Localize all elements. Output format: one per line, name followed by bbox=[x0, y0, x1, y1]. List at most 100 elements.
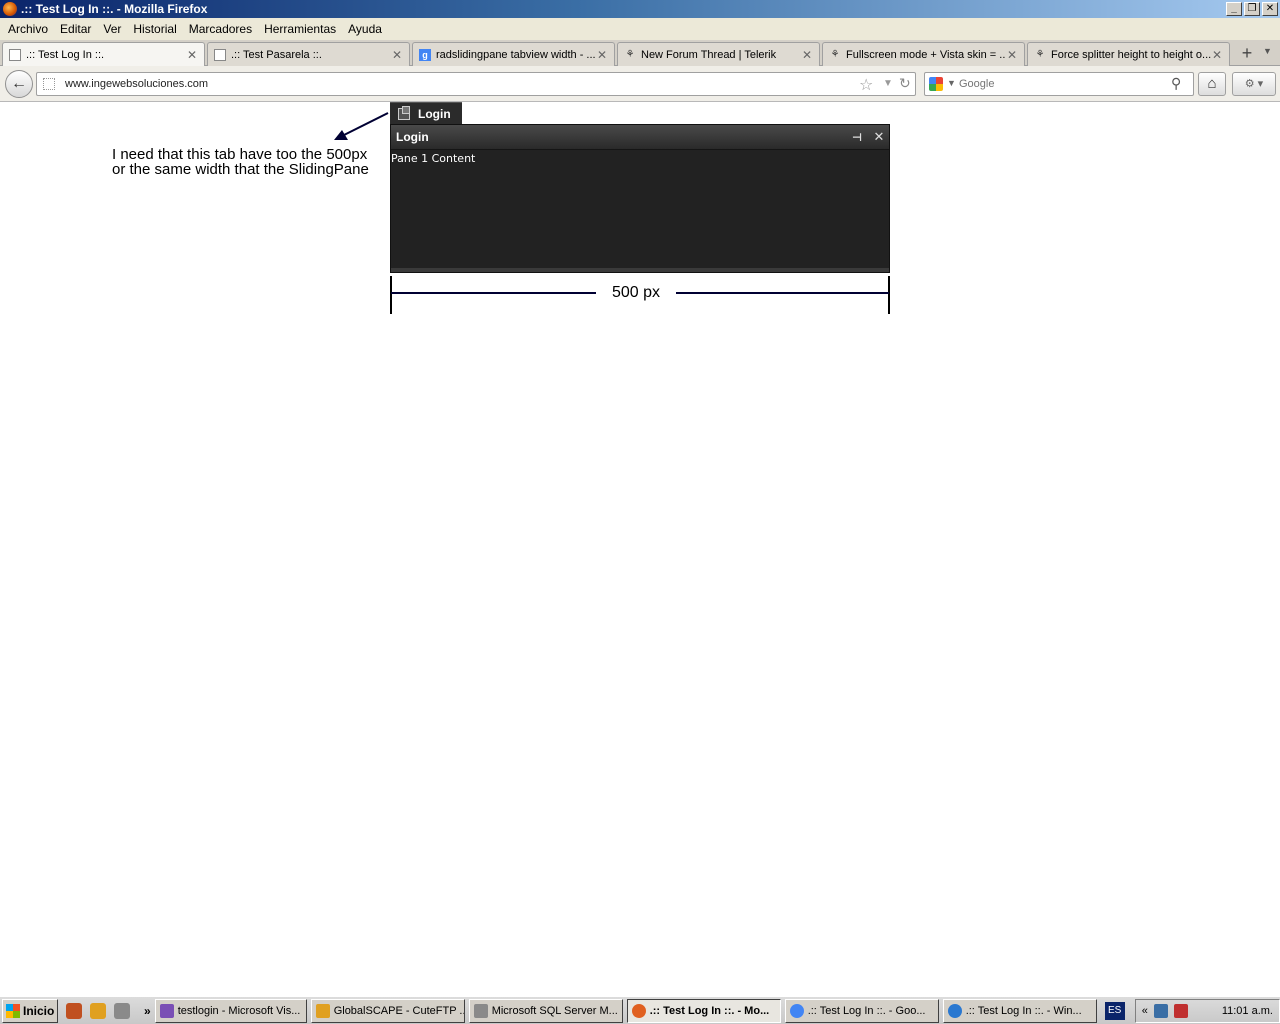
start-button[interactable]: Inicio bbox=[2, 998, 58, 1023]
security-icon[interactable] bbox=[1173, 1003, 1188, 1018]
tab-strip: .:: Test Log In ::. ✕ .:: Test Pasarela … bbox=[0, 40, 1280, 67]
tab-force-splitter[interactable]: ⚘ Force splitter height to height o... ✕ bbox=[1027, 42, 1230, 66]
firefox-icon bbox=[631, 1003, 646, 1018]
task-cuteftp[interactable]: GlobalSCAPE - CuteFTP ... bbox=[310, 998, 465, 1023]
tab-label: .:: Test Pasarela ::. bbox=[231, 48, 322, 61]
reload-icon[interactable]: ↻ bbox=[899, 75, 911, 92]
close-icon[interactable]: ✕ bbox=[1006, 48, 1018, 62]
google-icon[interactable] bbox=[929, 77, 943, 91]
close-icon[interactable]: ✕ bbox=[186, 48, 198, 62]
tab-label: .:: Test Log In ::. bbox=[26, 49, 105, 61]
task-label: Microsoft SQL Server M... bbox=[491, 1004, 618, 1017]
menu-bar: Archivo Editar Ver Historial Marcadores … bbox=[0, 18, 1280, 40]
page-content: I need that this tab have too the 500px … bbox=[0, 102, 1280, 996]
sliding-pane-footer bbox=[391, 268, 889, 272]
task-label: GlobalSCAPE - CuteFTP ... bbox=[333, 1004, 465, 1017]
close-icon[interactable]: ✕ bbox=[801, 48, 813, 62]
navigation-bar: ← ☆ ▼ ↻ ▼ ⚲ ⌂ ⚙ ▾ bbox=[0, 66, 1280, 102]
window-controls: _ ❐ ✕ bbox=[1226, 2, 1278, 16]
bookmark-star-icon[interactable]: ☆ bbox=[859, 75, 873, 95]
task-visual-studio[interactable]: testlogin - Microsoft Vis... bbox=[154, 998, 307, 1023]
sliding-pane-header: Login ⊣ ✕ bbox=[391, 125, 889, 150]
task-firefox[interactable]: .:: Test Log In ::. - Mo... bbox=[626, 998, 781, 1023]
menu-ayuda[interactable]: Ayuda bbox=[342, 22, 388, 36]
new-tab-button[interactable]: + bbox=[1236, 44, 1258, 64]
page-icon bbox=[9, 49, 21, 61]
firefox-icon bbox=[3, 2, 17, 16]
tab-label: Force splitter height to height o... bbox=[1051, 48, 1211, 61]
internet-explorer-icon bbox=[947, 1003, 962, 1018]
quick-launch-icon[interactable] bbox=[66, 1002, 82, 1019]
windows-logo-icon bbox=[6, 1003, 20, 1018]
tab-label: Fullscreen mode + Vista skin = ... bbox=[846, 48, 1006, 61]
start-label: Inicio bbox=[23, 1003, 55, 1018]
menu-marcadores[interactable]: Marcadores bbox=[183, 22, 258, 36]
tab-label: radslidingpane tabview width - ... bbox=[436, 48, 596, 61]
menu-ver[interactable]: Ver bbox=[97, 22, 127, 36]
minimize-button[interactable]: _ bbox=[1226, 2, 1242, 16]
taskbar: Inicio » testlogin - Microsoft Vis... Gl… bbox=[0, 996, 1280, 1024]
task-internet-explorer[interactable]: .:: Test Log In ::. - Win... bbox=[942, 998, 1097, 1023]
task-label: testlogin - Microsoft Vis... bbox=[177, 1004, 301, 1017]
sql-server-icon bbox=[473, 1003, 488, 1018]
search-input[interactable] bbox=[959, 76, 1159, 92]
dimension-label: 500 px bbox=[596, 284, 676, 302]
pin-icon[interactable]: ⊣ bbox=[849, 131, 865, 144]
close-icon[interactable]: ✕ bbox=[871, 129, 887, 145]
telerik-icon: ⚘ bbox=[830, 48, 840, 60]
tab-test-login[interactable]: .:: Test Log In ::. ✕ bbox=[2, 42, 205, 67]
system-tray: « 11:01 a.m. bbox=[1134, 998, 1280, 1023]
task-sql-server[interactable]: Microsoft SQL Server M... bbox=[468, 998, 623, 1023]
url-bar[interactable]: ☆ ▼ ↻ bbox=[36, 72, 916, 96]
sliding-pane-content: Pane 1 Content bbox=[391, 152, 476, 165]
login-tab-icon bbox=[398, 105, 410, 120]
search-icon[interactable]: ⚲ bbox=[1171, 75, 1181, 92]
url-input[interactable] bbox=[65, 76, 845, 92]
sliding-pane-tab[interactable]: Login bbox=[390, 102, 462, 124]
task-label: .:: Test Log In ::. - Goo... bbox=[807, 1004, 926, 1017]
language-indicator[interactable]: ES bbox=[1104, 1001, 1125, 1020]
task-label: .:: Test Log In ::. - Win... bbox=[965, 1004, 1082, 1017]
site-identity-icon[interactable] bbox=[43, 78, 55, 90]
tab-radslidingpane[interactable]: g radslidingpane tabview width - ... ✕ bbox=[412, 42, 615, 66]
tab-test-pasarela[interactable]: .:: Test Pasarela ::. ✕ bbox=[207, 42, 410, 66]
clock: 11:01 a.m. bbox=[1221, 1004, 1273, 1017]
close-icon[interactable]: ✕ bbox=[391, 48, 403, 62]
network-icon[interactable] bbox=[1153, 1003, 1168, 1018]
quick-launch: » bbox=[66, 1002, 151, 1019]
quick-launch-icon[interactable] bbox=[90, 1002, 106, 1019]
quick-launch-icon[interactable] bbox=[114, 1002, 130, 1019]
search-engine-dropdown-icon[interactable]: ▼ bbox=[947, 78, 956, 88]
tab-list-icon[interactable]: ▼ bbox=[1263, 46, 1272, 56]
tab-label: New Forum Thread | Telerik bbox=[641, 48, 777, 61]
close-icon[interactable]: ✕ bbox=[1211, 48, 1223, 62]
sliding-pane: Login ⊣ ✕ Pane 1 Content bbox=[390, 124, 890, 273]
menu-editar[interactable]: Editar bbox=[54, 22, 97, 36]
task-chrome[interactable]: .:: Test Log In ::. - Goo... bbox=[784, 998, 939, 1023]
menu-archivo[interactable]: Archivo bbox=[2, 22, 54, 36]
sliding-pane-title: Login bbox=[396, 130, 429, 144]
tab-new-forum-thread[interactable]: ⚘ New Forum Thread | Telerik ✕ bbox=[617, 42, 820, 66]
telerik-icon: ⚘ bbox=[1035, 48, 1045, 60]
close-window-button[interactable]: ✕ bbox=[1262, 2, 1278, 16]
task-label: .:: Test Log In ::. - Mo... bbox=[649, 1004, 770, 1017]
quick-launch-more-icon[interactable]: » bbox=[144, 1004, 151, 1018]
menu-herramientas[interactable]: Herramientas bbox=[258, 22, 342, 36]
google-icon: g bbox=[419, 48, 431, 61]
window-titlebar: .:: Test Log In ::. - Mozilla Firefox _ … bbox=[0, 0, 1280, 18]
home-button[interactable]: ⌂ bbox=[1198, 72, 1226, 96]
back-button[interactable]: ← bbox=[5, 70, 33, 98]
telerik-icon: ⚘ bbox=[625, 48, 635, 60]
chrome-icon bbox=[789, 1003, 804, 1018]
history-dropdown-icon[interactable]: ▼ bbox=[883, 78, 893, 89]
window-title: .:: Test Log In ::. - Mozilla Firefox bbox=[21, 2, 208, 16]
sliding-pane-tab-label: Login bbox=[418, 106, 451, 121]
addon-button[interactable]: ⚙ ▾ bbox=[1232, 72, 1276, 96]
cuteftp-icon bbox=[315, 1003, 330, 1018]
tray-expand-icon[interactable]: « bbox=[1142, 1005, 1148, 1017]
close-icon[interactable]: ✕ bbox=[596, 48, 608, 62]
tab-fullscreen-mode[interactable]: ⚘ Fullscreen mode + Vista skin = ... ✕ bbox=[822, 42, 1025, 66]
search-bar[interactable]: ▼ ⚲ bbox=[924, 72, 1194, 96]
restore-button[interactable]: ❐ bbox=[1244, 2, 1260, 16]
menu-historial[interactable]: Historial bbox=[127, 22, 182, 36]
